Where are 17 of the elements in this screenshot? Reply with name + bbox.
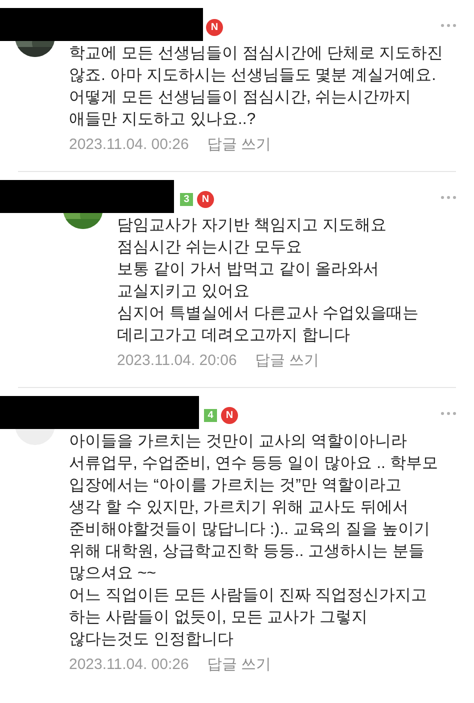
level-badge: 4	[204, 408, 217, 422]
new-badge: N	[221, 406, 238, 424]
more-icon[interactable]	[441, 196, 456, 199]
comment-text: 학교에 모든 선생님들이 점심시간에 단체로 지도하진 않죠. 아마 지도하시는 선생님들도 몇분 계실거예요. 어떻게 모든 선생님들이 점심시간, 쉬는시간까지 애들만 지도하고 있나요..?	[69, 44, 444, 130]
level-badge: 3	[180, 192, 193, 206]
more-icon[interactable]	[441, 24, 456, 27]
comment-date: 2023.11.04. 20:06	[117, 350, 237, 371]
comment-text: 담임교사가 자기반 책임지고 지도해요 점심시간 쉬는시간 모두요 보통 같이 가서 밥먹고 같이 올라와서 교실지키고 있어요 심지어 특별실에서 다른교사 수업있을때는 데리고가고 데려오고까지 합니다	[117, 216, 420, 346]
more-icon[interactable]	[441, 412, 456, 415]
comment-date: 2023.11.04. 00:26	[69, 134, 189, 155]
reply-link[interactable]: 답글 쓰기	[254, 350, 320, 372]
comment-text: 아이들을 가르치는 것만이 교사의 역할이아니라 서류업무, 수업준비, 연수 등등 일이 많아요 .. 학부모 입장에서는 “아이를 가르치는 것”만 역할이라고 생각 할 수 있지만, 가르치기 위해 교사도 뒤에서 준비해야할것들이 많답니다 :).. 교육의 질을 높이기 위해 대학원, 상급학교진학 등등.. 고생하시는 분들 많으셔요 ~~ 어느 직업이든 모든 사람들이 진짜 직업정신가지고 하는 사람들이 없듯이, 모든 교사가 그렇지 않다는것도 인정합니다	[69, 432, 439, 650]
new-badge: N	[206, 18, 223, 36]
reply-link[interactable]: 답글 쓰기	[206, 134, 272, 156]
new-badge: N	[197, 190, 214, 208]
reply-link[interactable]: 답글 쓰기	[206, 654, 272, 676]
comment-date: 2023.11.04. 00:26	[69, 654, 189, 675]
